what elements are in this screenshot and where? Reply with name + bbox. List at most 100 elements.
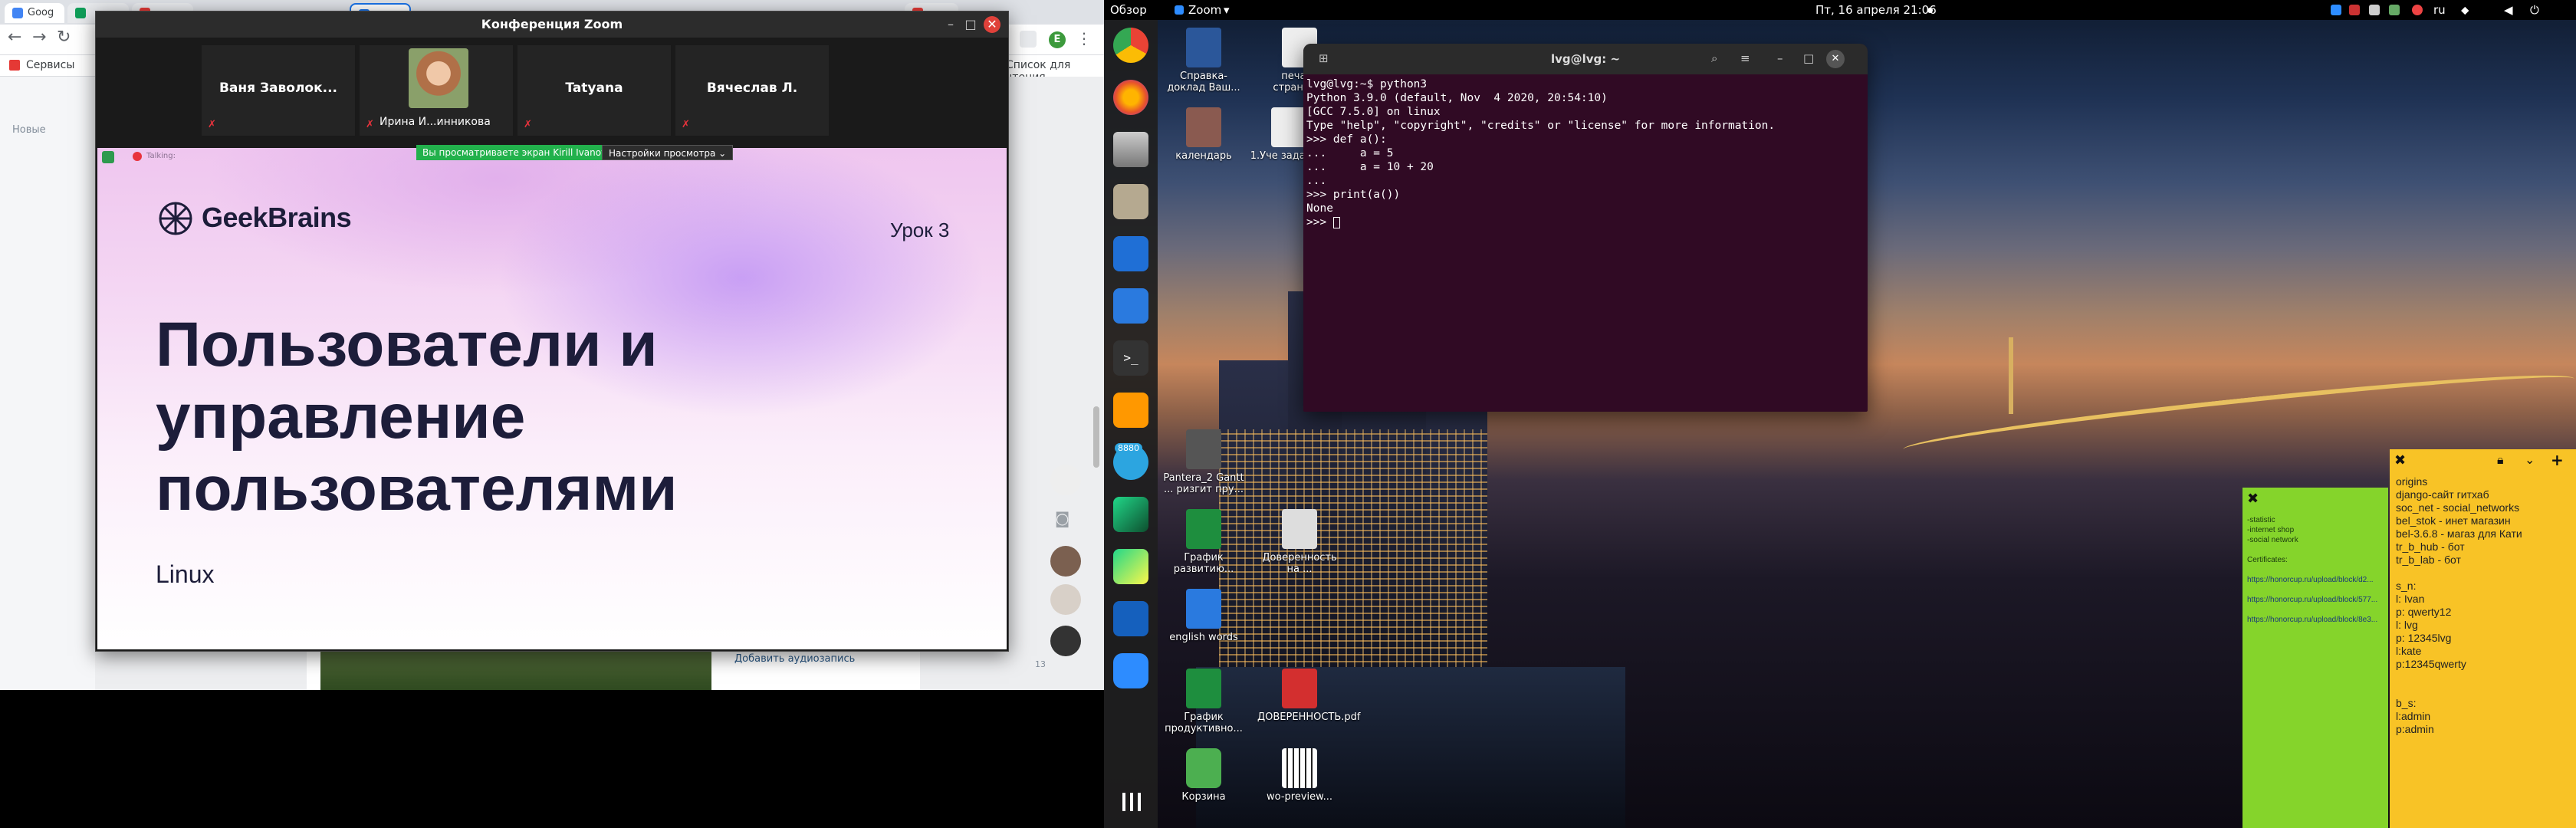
reload-icon[interactable]: ↻ [57, 28, 71, 47]
participant-tile[interactable]: Tatyana ✗ [518, 45, 671, 136]
close-icon[interactable]: ✖ [2394, 452, 2406, 468]
desktop-icon-label: Доверенность на ... [1262, 552, 1337, 575]
side-avatar-4[interactable] [1050, 626, 1081, 656]
note-link[interactable]: https://honorcup.ru/upload/block/577... [2247, 595, 2385, 605]
chrome-icon[interactable] [1113, 28, 1148, 63]
sheet-icon [75, 8, 86, 18]
participant-tile[interactable]: Ирина И...инникова ✗ [360, 45, 513, 136]
zoom-app-icon [1175, 5, 1184, 15]
clock[interactable]: Пт, 16 апреля 21:06 [1815, 3, 1937, 17]
side-avatar-2[interactable] [1050, 546, 1081, 577]
participant-name: Вячеслав Л. [706, 80, 798, 96]
chevron-down-icon: ⌄ [718, 148, 727, 159]
terminal-prompt-line[interactable]: >>> [1306, 215, 1775, 229]
desktop-icon[interactable]: wo-preview... [1257, 748, 1342, 803]
tray-icon[interactable] [2369, 5, 2380, 15]
tray-icon[interactable] [2389, 5, 2400, 15]
terminal-line: Python 3.9.0 (default, Nov 4 2020, 20:54… [1306, 92, 1608, 104]
desktop-icon[interactable]: Доверенность на ... [1257, 509, 1342, 575]
sidebar-new[interactable]: Новые [12, 124, 46, 136]
desktop-icon[interactable]: График развитию... [1162, 509, 1246, 575]
tray-icon[interactable] [2412, 5, 2423, 15]
camera-icon[interactable]: ◙ [1055, 509, 1076, 527]
keyboard-layout[interactable]: ru [2433, 3, 2446, 17]
add-audio-link[interactable]: Добавить аудиозапись [734, 653, 855, 665]
forward-icon[interactable]: → [32, 28, 46, 47]
files-icon[interactable] [1113, 184, 1148, 219]
participant-tile[interactable]: Вячеслав Л. ✗ [675, 45, 829, 136]
file-icon [1271, 107, 1306, 147]
note-link[interactable]: https://honorcup.ru/upload/block/8e3... [2247, 615, 2385, 625]
zoom-icon[interactable] [1113, 653, 1148, 688]
apps-icon [9, 60, 20, 71]
extensions-icon[interactable] [1020, 31, 1037, 48]
desktop-icon[interactable]: english words [1162, 589, 1246, 643]
network-icon[interactable]: ⬥ [2461, 3, 2469, 17]
disk-icon[interactable] [1113, 132, 1148, 167]
sticky-note-yellow[interactable]: ✖ 🔒︎ ⌄ + origins django-сайт гитхаб soc_… [2390, 449, 2576, 828]
close-icon[interactable]: ✕ [984, 16, 1001, 33]
terminal-line: Type "help", "copyright", "credits" or "… [1306, 120, 1776, 132]
desktop-icon[interactable]: календарь [1162, 107, 1246, 162]
view-settings-button[interactable]: Настройки просмотра ⌄ [602, 145, 734, 160]
volume-icon[interactable]: ◀ [2504, 3, 2513, 17]
power-icon[interactable]: ⏻ [2530, 3, 2539, 17]
desktop-icon[interactable]: График продуктивно... [1162, 669, 1246, 734]
firefox-icon[interactable] [1113, 80, 1148, 115]
participant-tile[interactable]: Ваня Заволок... ✗ [202, 45, 355, 136]
back-icon[interactable]: ← [8, 28, 21, 47]
terminal-line: >>> def a(): [1306, 133, 1387, 146]
screen: Goog ← → ↻ E ⋮ Сервисы Список для чтения [0, 0, 2576, 828]
app-grid-icon[interactable] [1122, 793, 1141, 811]
note-link[interactable]: https://honorcup.ru/upload/block/d2... [2247, 575, 2385, 585]
left-monitor: Goog ← → ↻ E ⋮ Сервисы Список для чтения [0, 0, 1104, 828]
sublime-icon[interactable] [1113, 393, 1148, 428]
side-avatar-3[interactable] [1050, 584, 1081, 615]
terminal-window[interactable]: lvg@lvg: ~ ⊞ ⌕ ≡ – □ ✕ lvg@lvg:~$ python… [1303, 44, 1868, 412]
chevron-down-icon[interactable]: ⌄ [2525, 452, 2535, 467]
terminal-icon[interactable]: >_ [1113, 340, 1148, 376]
maximize-icon[interactable]: □ [1803, 51, 1814, 65]
profile-avatar[interactable]: E [1049, 31, 1066, 48]
screenshot-icon[interactable] [1113, 236, 1148, 271]
activities-button[interactable]: Обзор [1110, 3, 1147, 17]
desktop-icon[interactable]: ДОВЕРЕННОСТЬ.pdf [1257, 669, 1361, 723]
note-line: soc_net - social_networks [2396, 501, 2520, 514]
participant-video [409, 48, 468, 108]
desktop-icon-label: ДОВЕРЕННОСТЬ.pdf [1257, 711, 1361, 723]
minimize-icon[interactable]: – [1777, 51, 1783, 65]
lock-icon[interactable]: 🔒︎ [2497, 452, 2504, 468]
terminal-title: lvg@lvg: ~ [1303, 44, 1868, 74]
maximize-icon[interactable]: □ [962, 16, 979, 33]
menu-icon[interactable]: ⋮ [1076, 29, 1092, 48]
document-icon[interactable] [1113, 288, 1148, 324]
tab-label: Goog [28, 7, 54, 18]
pycharm-icon[interactable] [1113, 497, 1148, 532]
note-line: origins [2396, 475, 2428, 488]
new-tab-icon[interactable]: ⊞ [1319, 51, 1329, 65]
bookmark-services[interactable]: Сервисы [26, 59, 74, 71]
desktop-icon[interactable]: Справка-доклад Ваш... [1162, 28, 1246, 94]
zoom-tray-icon[interactable] [2331, 5, 2341, 15]
sticky-note-green[interactable]: ✖ -statistic -internet shop -social netw… [2242, 488, 2388, 828]
side-avatar-1[interactable] [1050, 465, 1081, 495]
app-menu[interactable]: Zoom [1188, 3, 1221, 17]
search-icon[interactable]: ⌕ [1711, 51, 1717, 65]
close-icon[interactable]: ✖ [2247, 491, 2259, 507]
hamburger-icon[interactable]: ≡ [1740, 51, 1750, 65]
terminal-output: lvg@lvg:~$ python3 Python 3.9.0 (default,… [1306, 77, 1775, 229]
desktop-icon[interactable]: Pantera_2 Gantt ... ризгит пру... [1162, 429, 1246, 495]
tray-icon[interactable] [2349, 5, 2360, 15]
viewing-banner: Вы просматриваете экран Kirill Ivanov [416, 145, 613, 160]
note-line: b_s: [2396, 697, 2417, 709]
minimize-icon[interactable]: – [942, 16, 959, 33]
tab-google[interactable]: Goog [5, 3, 64, 23]
page-scrollbar[interactable] [1093, 406, 1099, 468]
virtualbox-icon[interactable] [1113, 601, 1148, 636]
close-icon[interactable]: ✕ [1826, 50, 1845, 68]
text-file-icon [1282, 509, 1317, 549]
add-note-icon[interactable]: + [2551, 451, 2564, 469]
desktop-icon[interactable]: Корзина [1162, 748, 1246, 803]
note-line: -statistic [2247, 516, 2275, 524]
pycharm-icon[interactable] [1113, 549, 1148, 584]
